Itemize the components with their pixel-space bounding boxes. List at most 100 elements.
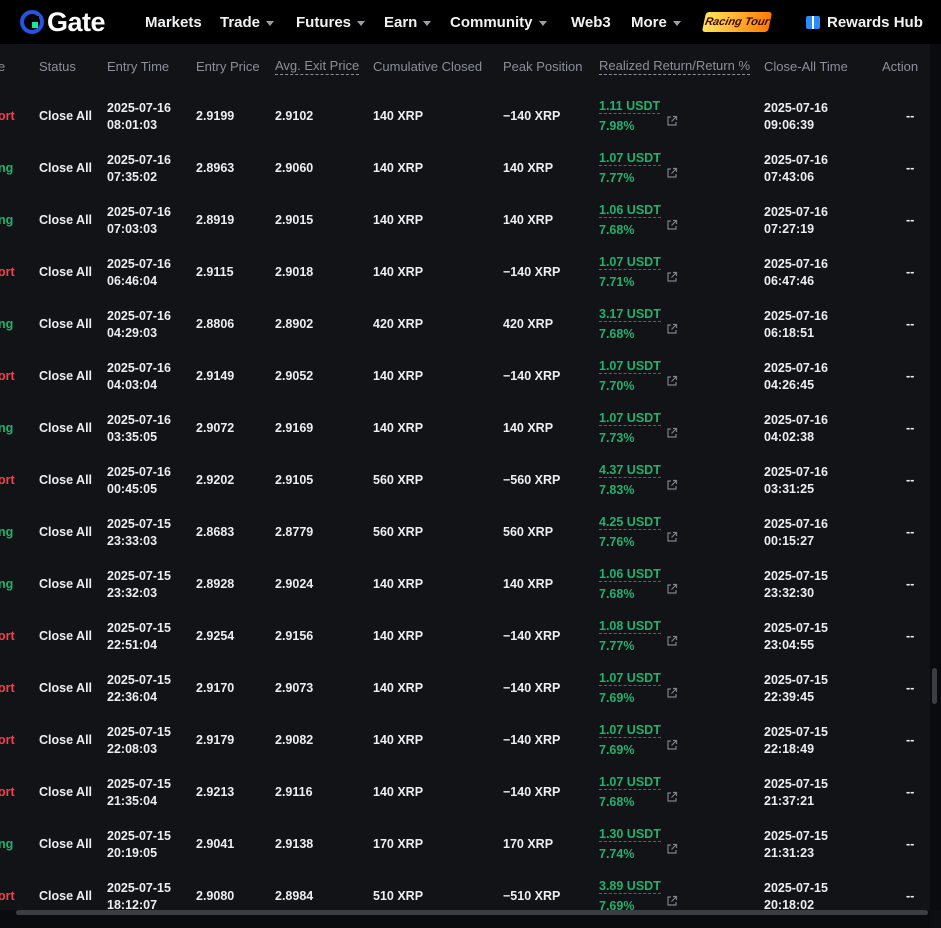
horizontal-scroll-thumb[interactable]	[16, 910, 928, 915]
action-text: --	[906, 265, 915, 279]
external-link-icon[interactable]	[666, 843, 678, 855]
external-link-icon[interactable]	[666, 791, 678, 803]
return-usdt[interactable]: 4.37 USDT	[599, 463, 661, 478]
return-usdt[interactable]: 1.07 USDT	[599, 255, 661, 270]
return-usdt[interactable]: 1.11 USDT	[599, 99, 661, 114]
status-text: Close All	[39, 837, 93, 851]
table-row[interactable]: ort Close All 2025-07-15 22:36:04 2.9170 2.90…	[0, 667, 930, 719]
return-usdt[interactable]: 1.30 USDT	[599, 827, 661, 842]
realized-return[interactable]: 1.07 USDT 7.73%	[599, 411, 661, 447]
header-avg-exit-price[interactable]: Avg. Exit Price	[275, 44, 360, 88]
entry-date: 2025-07-16	[107, 361, 171, 375]
horizontal-scrollbar[interactable]	[0, 910, 930, 928]
external-link-icon[interactable]	[666, 271, 678, 283]
table-row[interactable]: ng Close All 2025-07-15 20:19:05 2.9041 2.913…	[0, 823, 930, 875]
avg-exit-price: 2.9116	[275, 785, 313, 799]
avg-exit-price: 2.8779	[275, 525, 314, 539]
realized-return[interactable]: 1.11 USDT 7.98%	[599, 99, 661, 135]
return-usdt[interactable]: 1.08 USDT	[599, 619, 661, 634]
return-usdt[interactable]: 1.07 USDT	[599, 775, 661, 790]
gate-logo[interactable]: Gate	[20, 7, 106, 37]
external-link-icon[interactable]	[666, 427, 678, 439]
return-usdt[interactable]: 1.07 USDT	[599, 151, 661, 166]
realized-return[interactable]: 1.30 USDT 7.74%	[599, 827, 661, 863]
realized-return[interactable]: 1.07 USDT 7.77%	[599, 151, 661, 187]
return-usdt[interactable]: 1.06 USDT	[599, 567, 661, 582]
table-row[interactable]: ort Close All 2025-07-16 08:01:03 2.9199 2.91…	[0, 95, 930, 147]
realized-return[interactable]: 1.06 USDT 7.68%	[599, 567, 661, 603]
table-row[interactable]: ort Close All 2025-07-15 21:35:04 2.9213 2.91…	[0, 771, 930, 823]
entry-date: 2025-07-15	[107, 777, 171, 791]
realized-return[interactable]: 1.06 USDT 7.68%	[599, 203, 661, 239]
realized-return[interactable]: 1.07 USDT 7.69%	[599, 671, 661, 707]
realized-return[interactable]: 1.07 USDT 7.68%	[599, 775, 661, 811]
external-link-icon[interactable]	[666, 583, 678, 595]
table-row[interactable]: ng Close All 2025-07-16 07:03:03 2.8919 2.901…	[0, 199, 930, 251]
nav-more[interactable]: More	[631, 0, 681, 44]
header-realized-return[interactable]: Realized Return/Return %	[599, 44, 751, 88]
table-row[interactable]: ng Close All 2025-07-16 04:29:03 2.8806 2.890…	[0, 303, 930, 355]
entry-clock: 04:03:04	[107, 378, 158, 392]
return-usdt[interactable]: 3.89 USDT	[599, 879, 661, 894]
realized-return[interactable]: 3.17 USDT 7.68%	[599, 307, 661, 343]
table-row[interactable]: ort Close All 2025-07-16 06:46:04 2.9115 2.90…	[0, 251, 930, 303]
external-link-icon[interactable]	[666, 375, 678, 387]
vertical-scrollbar[interactable]	[930, 44, 941, 910]
peak-position: −510 XRP	[503, 889, 561, 903]
realized-return[interactable]: 3.89 USDT 7.69%	[599, 879, 661, 910]
table-row[interactable]: ng Close All 2025-07-16 03:35:05 2.9072 2.916…	[0, 407, 930, 459]
external-link-icon[interactable]	[666, 219, 678, 231]
return-usdt[interactable]: 1.07 USDT	[599, 671, 661, 686]
header-side: e	[0, 58, 6, 74]
realized-return[interactable]: 1.07 USDT 7.71%	[599, 255, 661, 291]
entry-clock: 20:19:05	[107, 846, 158, 860]
table-row[interactable]: ng Close All 2025-07-16 07:35:02 2.8963 2.906…	[0, 147, 930, 199]
return-usdt[interactable]: 1.07 USDT	[599, 411, 661, 426]
status-text: Close All	[39, 629, 93, 643]
table-row[interactable]: ort Close All 2025-07-15 22:08:03 2.9179 2.90…	[0, 719, 930, 771]
entry-price: 2.9080	[196, 889, 235, 903]
vertical-scroll-thumb[interactable]	[932, 668, 937, 704]
status-text: Close All	[39, 733, 93, 747]
realized-return[interactable]: 4.25 USDT 7.76%	[599, 515, 661, 551]
return-usdt[interactable]: 1.07 USDT	[599, 359, 661, 374]
realized-return[interactable]: 1.07 USDT 7.69%	[599, 723, 661, 759]
external-link-icon[interactable]	[666, 895, 678, 907]
table-row[interactable]: ort Close All 2025-07-15 22:51:04 2.9254 2.91…	[0, 615, 930, 667]
external-link-icon[interactable]	[666, 167, 678, 179]
external-link-icon[interactable]	[666, 739, 678, 751]
nav-community[interactable]: Community	[450, 0, 547, 44]
nav-trade[interactable]: Trade	[220, 0, 275, 44]
realized-return[interactable]: 4.37 USDT 7.83%	[599, 463, 661, 499]
table-row[interactable]: ort Close All 2025-07-15 18:12:07 2.9080 2.89…	[0, 875, 930, 910]
return-usdt[interactable]: 1.07 USDT	[599, 723, 661, 738]
racing-tour-badge[interactable]: Racing Tour	[701, 12, 773, 32]
table-row[interactable]: ort Close All 2025-07-16 00:45:05 2.9202 2.91…	[0, 459, 930, 511]
rewards-hub-link[interactable]: Rewards Hub	[806, 0, 923, 44]
return-percent: 7.71%	[599, 275, 635, 289]
return-usdt[interactable]: 3.17 USDT	[599, 307, 661, 322]
external-link-icon[interactable]	[666, 531, 678, 543]
external-link-icon[interactable]	[666, 115, 678, 127]
external-link-icon[interactable]	[666, 687, 678, 699]
status-text: Close All	[39, 265, 93, 279]
return-usdt[interactable]: 1.06 USDT	[599, 203, 661, 218]
table-row[interactable]: ng Close All 2025-07-15 23:33:03 2.8683 2.877…	[0, 511, 930, 563]
table-row[interactable]: ort Close All 2025-07-16 04:03:04 2.9149 2.90…	[0, 355, 930, 407]
nav-label: Markets	[145, 13, 202, 31]
realized-return[interactable]: 1.08 USDT 7.77%	[599, 619, 661, 655]
close-date: 2025-07-15	[764, 673, 828, 687]
external-link-icon[interactable]	[666, 635, 678, 647]
external-link-icon[interactable]	[666, 323, 678, 335]
nav-futures[interactable]: Futures	[296, 0, 366, 44]
nav-markets[interactable]: Markets	[145, 0, 202, 44]
return-usdt[interactable]: 4.25 USDT	[599, 515, 661, 530]
side-label: ort	[0, 109, 15, 123]
table-row[interactable]: ng Close All 2025-07-15 23:32:03 2.8928 2.902…	[0, 563, 930, 615]
external-link-icon[interactable]	[666, 479, 678, 491]
realized-return[interactable]: 1.07 USDT 7.70%	[599, 359, 661, 395]
nav-earn[interactable]: Earn	[384, 0, 432, 44]
nav-web3[interactable]: Web3	[571, 0, 611, 44]
cumulative-closed: 560 XRP	[373, 525, 424, 539]
status-text: Close All	[39, 317, 93, 331]
